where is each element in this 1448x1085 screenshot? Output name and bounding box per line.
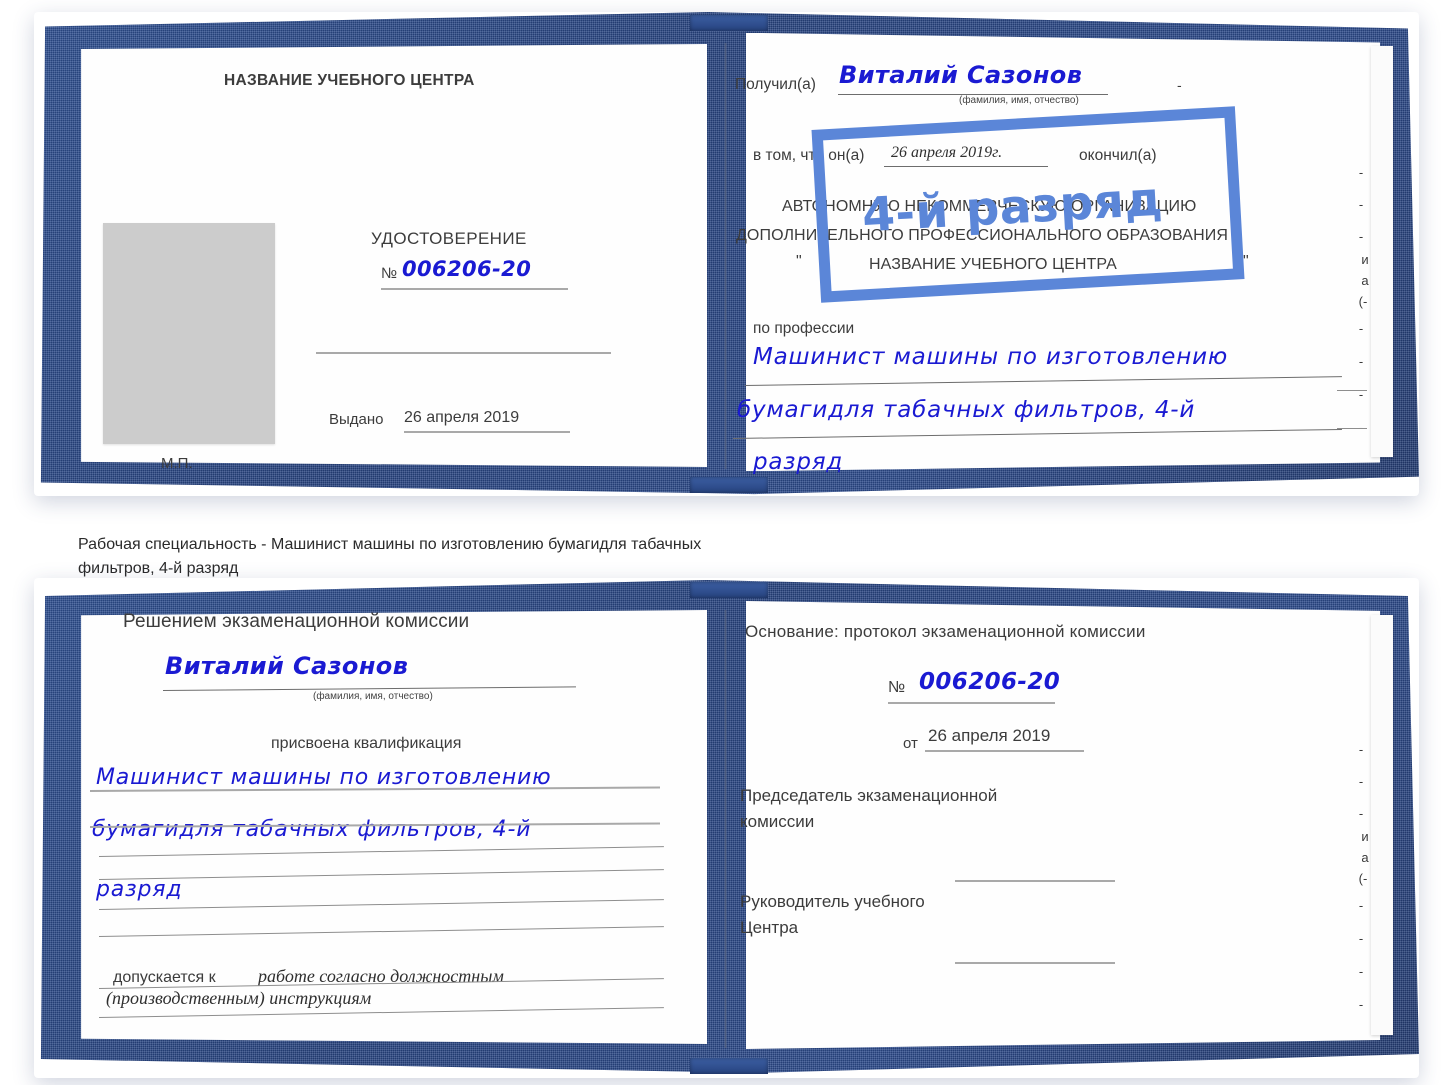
top-book-spine <box>723 43 727 470</box>
top-left-blank-rule <box>316 352 611 354</box>
bottom-edge-fragments: - - - и а (- - - - - <box>1358 742 1369 1012</box>
bottom-book-spine <box>723 610 727 1048</box>
profession-label: по профессии <box>753 320 855 337</box>
certificate-number-value: 006206-20 <box>402 257 532 281</box>
issued-label: Выдано <box>329 411 384 428</box>
bottom-name-value: Виталий Сазонов <box>165 652 409 680</box>
certificate-scan-page: НАЗВАНИЕ УЧЕБНОГО ЦЕНТРА УДОСТОВЕРЕНИЕ №… <box>0 0 1448 1085</box>
chairman-line-1: Председатель экзаменационной <box>740 786 998 805</box>
profession-line-1: Машинист машины по изготовлению <box>753 344 1228 370</box>
photo-placeholder <box>103 223 275 444</box>
top-spine-clip-bottom <box>690 477 769 494</box>
bottom-spine-clip-top <box>690 582 769 598</box>
protocol-number-value: 006206-20 <box>919 669 1061 695</box>
profession-line-3: разряд <box>753 449 844 475</box>
top-edge-rule-1 <box>1337 390 1367 391</box>
qualification-label: присвоена квалификация <box>271 735 462 752</box>
top-edge-rule-2 <box>1337 428 1367 429</box>
received-name-hint: (фамилия, имя, отчество) <box>959 95 1079 106</box>
protocol-date-rule <box>925 750 1084 752</box>
bottom-spine-clip-bottom <box>690 1058 769 1074</box>
basis-label: Основание: протокол экзаменационной коми… <box>745 622 1146 641</box>
top-edge-fragments: - - - и а (- - - - - <box>1358 165 1369 435</box>
org-quote-open: " <box>796 253 802 270</box>
received-dash: - <box>1177 77 1182 93</box>
chairman-line-2: комиссии <box>740 812 815 831</box>
top-left-center-name: НАЗВАНИЕ УЧЕБНОГО ЦЕНТРА <box>224 72 475 89</box>
bottom-name-hint: (фамилия, имя, отчество) <box>313 691 433 702</box>
protocol-date-value: 26 апреля 2019 <box>928 726 1051 745</box>
certificate-number-rule <box>381 288 568 290</box>
certificate-number-label: № <box>381 265 398 282</box>
issued-value: 26 апреля 2019 <box>404 409 520 426</box>
certificate-title: УДОСТОВЕРЕНИЕ <box>371 229 527 248</box>
admitted-value-line-2: (производственным) инструкциям <box>106 988 372 1008</box>
bottom-right-page <box>745 601 1381 1049</box>
protocol-number-rule <box>888 702 1055 704</box>
protocol-date-label: от <box>903 735 918 752</box>
received-label: Получил(а) <box>735 76 816 93</box>
head-line-2: Центра <box>740 918 799 937</box>
head-line-1: Руководитель учебного <box>740 892 925 911</box>
head-signature-rule <box>955 962 1115 964</box>
qualification-line-2: бумагидля табачных фильтров, 4-й <box>92 817 532 842</box>
commission-decision-heading: Решением экзаменационной комиссии <box>123 611 470 632</box>
issued-rule <box>404 431 570 433</box>
seal-place-label: М.П. <box>161 455 193 472</box>
protocol-number-label: № <box>888 679 906 696</box>
qualification-line-3: разряд <box>96 877 183 902</box>
profession-line-2: бумагидля табачных фильтров, 4-й <box>737 397 1196 423</box>
received-value: Виталий Сазонов <box>839 61 1083 89</box>
caption-line-1: Рабочая специальность - Машинист машины … <box>78 536 702 553</box>
top-spine-clip-top <box>690 14 769 31</box>
caption-line-2: фильтров, 4-й разряд <box>78 560 239 577</box>
admitted-label: допускается к <box>113 969 216 986</box>
chairman-signature-rule <box>955 880 1115 882</box>
